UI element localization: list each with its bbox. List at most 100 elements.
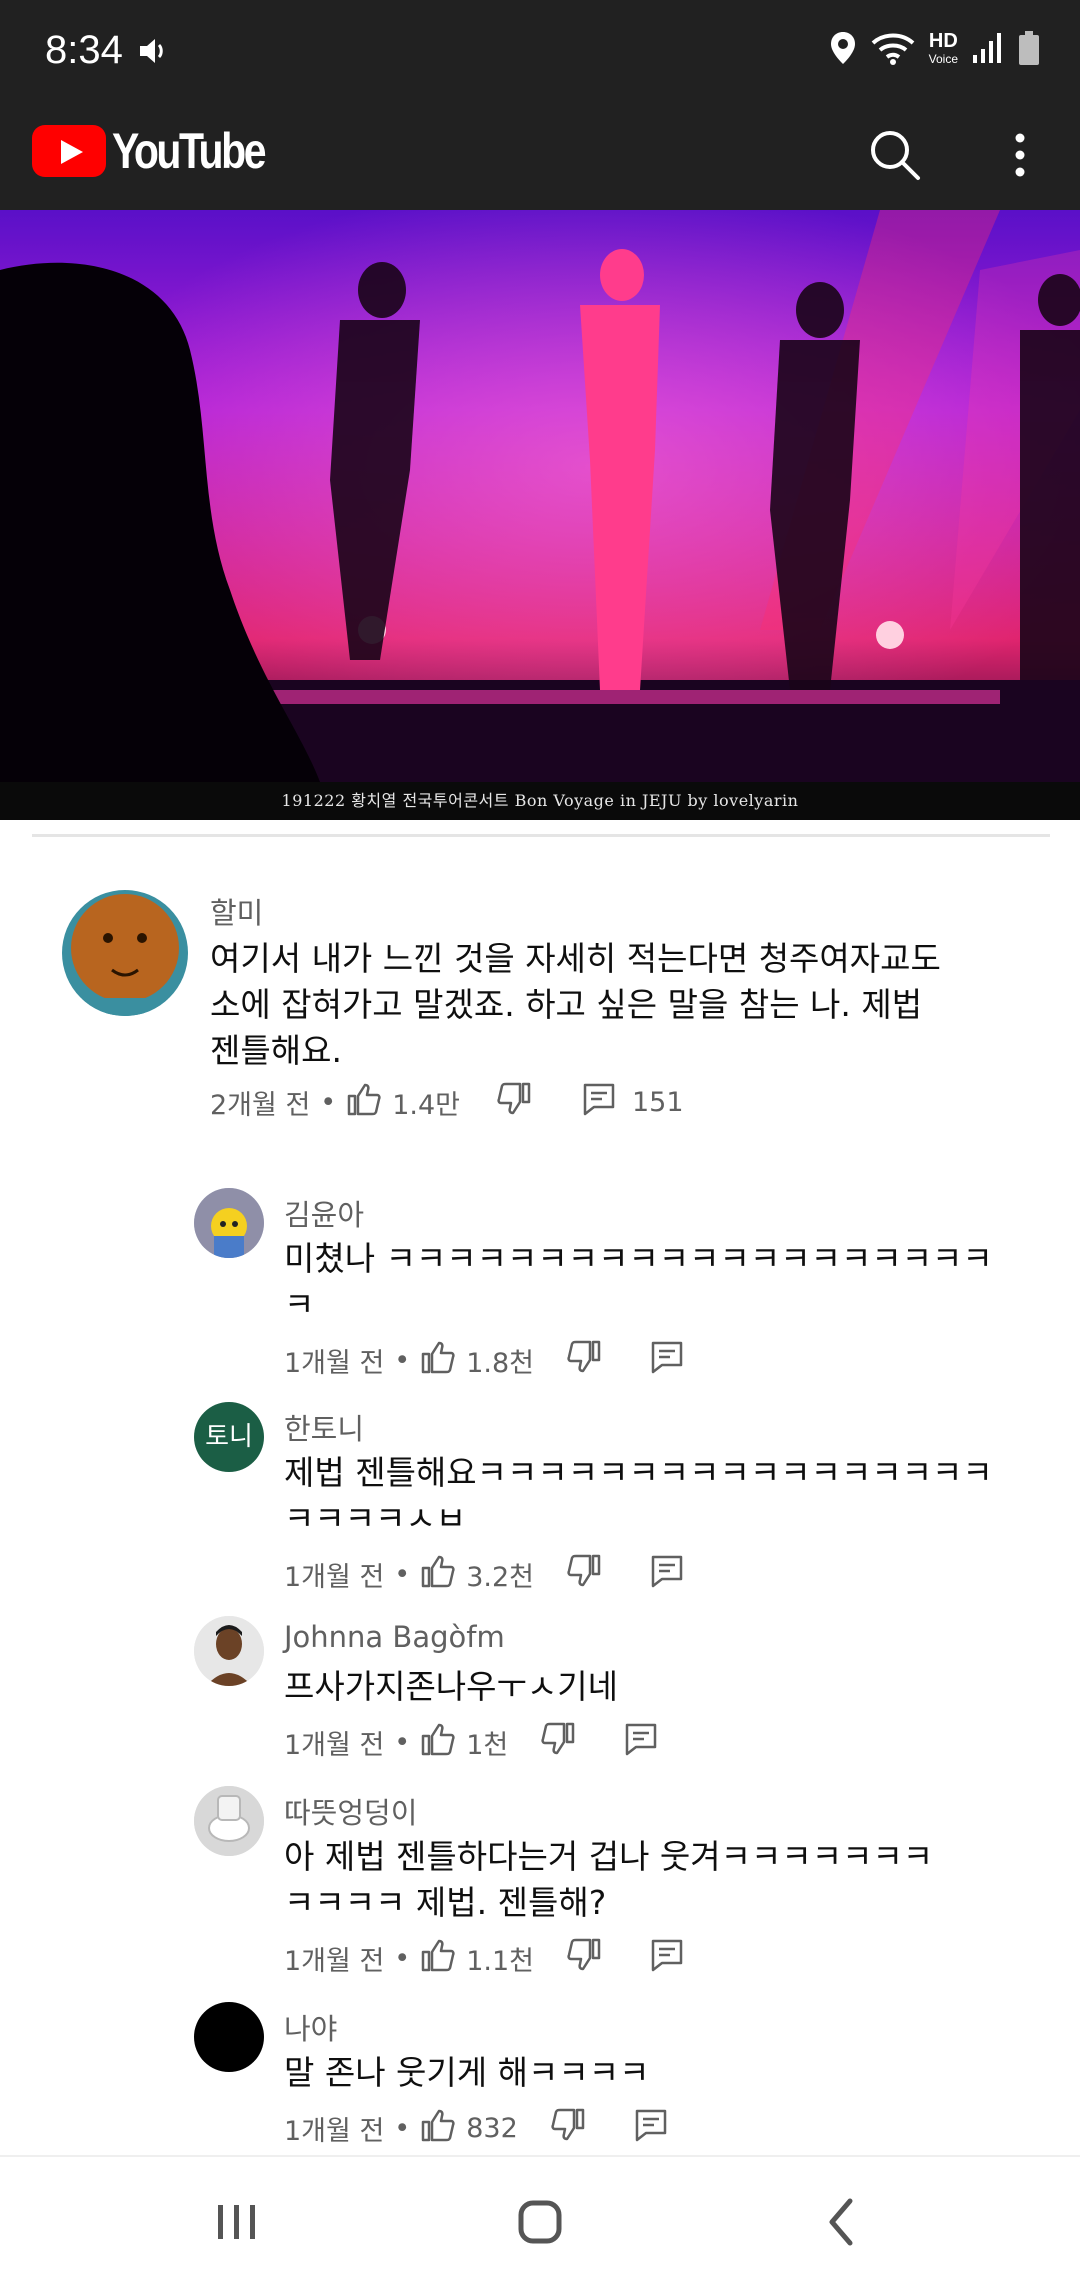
dislike-button[interactable] bbox=[496, 1082, 532, 1123]
divider bbox=[32, 834, 1050, 837]
avatar[interactable] bbox=[194, 1188, 264, 1258]
search-button[interactable] bbox=[862, 122, 928, 188]
thumbs-down-icon bbox=[567, 1554, 601, 1587]
reply-button[interactable] bbox=[650, 1554, 684, 1595]
video-frame bbox=[0, 210, 1080, 782]
reply-button[interactable] bbox=[650, 1938, 684, 1979]
comment-author[interactable]: 김윤아 bbox=[284, 1192, 364, 1234]
recent-apps-icon bbox=[218, 2205, 255, 2239]
back-button[interactable] bbox=[808, 2187, 878, 2257]
like-count: 1.1천 bbox=[466, 1946, 534, 1977]
recent-apps-button[interactable] bbox=[202, 2187, 272, 2257]
meta-dot: • bbox=[394, 1943, 411, 1974]
home-icon bbox=[518, 2200, 562, 2244]
wifi-icon bbox=[871, 31, 915, 69]
thumbs-up-icon bbox=[421, 2109, 455, 2142]
like-count: 3.2천 bbox=[466, 1562, 534, 1593]
reply-comment[interactable]: Johnna Bagòfm 프사가지존나우ㅜㅅ기네 1개월 전 • 1천 bbox=[0, 1616, 1080, 1776]
comment-author[interactable]: Johnna Bagòfm bbox=[284, 1620, 505, 1654]
reply-button[interactable] bbox=[624, 1722, 658, 1763]
youtube-logo[interactable]: YouTube bbox=[32, 122, 297, 180]
status-icons: HD Voice bbox=[829, 30, 1040, 70]
like-button[interactable] bbox=[346, 1082, 382, 1123]
comment-meta: 1개월 전 • 3.2천 bbox=[284, 1554, 684, 1595]
comment-time: 1개월 전 bbox=[284, 1562, 385, 1593]
thumbs-up-icon bbox=[421, 1341, 455, 1374]
reply-icon bbox=[583, 1083, 615, 1116]
sound-icon bbox=[136, 34, 170, 72]
dislike-button[interactable] bbox=[566, 1938, 602, 1979]
avatar[interactable] bbox=[194, 1786, 264, 1856]
comment-text: 제법 젠틀해요ㅋㅋㅋㅋㅋㅋㅋㅋㅋㅋㅋㅋㅋㅋㅋㅋㅋ ㅋㅋㅋㅋㅅㅂ bbox=[284, 1453, 993, 1538]
meta-dot: • bbox=[394, 1559, 411, 1590]
like-button[interactable] bbox=[420, 1722, 456, 1763]
thumbs-up-icon bbox=[347, 1083, 381, 1116]
comment-meta: 1개월 전 • 1.1천 bbox=[284, 1938, 684, 1979]
reply-icon bbox=[651, 1939, 683, 1972]
dislike-button[interactable] bbox=[566, 1340, 602, 1381]
status-bar: 8:34 HD Voice bbox=[0, 0, 1080, 100]
comment-meta: 1개월 전 • 1.8천 bbox=[284, 1340, 684, 1381]
reply-comment[interactable]: 나야 말 존나 웃기게 해ㅋㅋㅋㅋ 1개월 전 • 832 bbox=[0, 2002, 1080, 2152]
like-button[interactable] bbox=[420, 2108, 456, 2149]
comment-time: 1개월 전 bbox=[284, 1946, 385, 1977]
comment-author[interactable]: 따뜻엉덩이 bbox=[284, 1790, 417, 1832]
meta-dot: • bbox=[394, 1727, 411, 1758]
reply-icon bbox=[626, 1723, 657, 1756]
toilet-photo-icon bbox=[194, 1786, 264, 1856]
system-nav-bar bbox=[0, 2155, 1080, 2280]
status-time: 8:34 bbox=[45, 28, 123, 72]
cartoon-face-icon bbox=[71, 894, 179, 1016]
avatar-initials: 토니 bbox=[205, 1422, 253, 1452]
like-button[interactable] bbox=[420, 1554, 456, 1595]
thumbs-down-icon bbox=[497, 1082, 531, 1115]
meta-dot: • bbox=[320, 1087, 337, 1118]
dislike-button[interactable] bbox=[566, 1554, 602, 1595]
like-button[interactable] bbox=[420, 1938, 456, 1979]
thumbs-up-icon bbox=[421, 1939, 455, 1972]
avatar[interactable] bbox=[62, 890, 188, 1016]
thumbs-down-icon bbox=[541, 1722, 575, 1755]
like-count: 1.8천 bbox=[466, 1348, 534, 1379]
search-icon bbox=[871, 131, 920, 180]
reply-comment[interactable]: 토니 한토니 제법 젠틀해요ㅋㅋㅋㅋㅋㅋㅋㅋㅋㅋㅋㅋㅋㅋㅋㅋㅋ ㅋㅋㅋㅋㅅㅂ 1… bbox=[0, 1402, 1080, 1602]
video-caption: 191222 황치열 전국투어콘서트 Bon Voyage in JEJU by… bbox=[0, 782, 1080, 820]
reply-comment[interactable]: 따뜻엉덩이 아 제법 젠틀하다는거 겁나 웃겨ㅋㅋㅋㅋㅋㅋㅋ ㅋㅋㅋㅋ 제법. … bbox=[0, 1786, 1080, 1986]
video-player[interactable]: 191222 황치열 전국투어콘서트 Bon Voyage in JEJU by… bbox=[0, 210, 1080, 820]
dislike-button[interactable] bbox=[540, 1722, 576, 1763]
profile-photo-icon bbox=[194, 1616, 264, 1686]
reply-button[interactable] bbox=[582, 1082, 616, 1123]
comment-author[interactable]: 할미 bbox=[210, 890, 263, 932]
comment-author[interactable]: 한토니 bbox=[284, 1406, 364, 1448]
comment-text: 말 존나 웃기게 해ㅋㅋㅋㅋ bbox=[284, 2053, 650, 2092]
reply-button[interactable] bbox=[650, 1340, 684, 1381]
comment-author[interactable]: 나야 bbox=[284, 2006, 337, 2048]
back-icon bbox=[829, 2198, 853, 2246]
thumbs-up-icon bbox=[421, 1723, 455, 1756]
comment-text: 미쳤나 ㅋㅋㅋㅋㅋㅋㅋㅋㅋㅋㅋㅋㅋㅋㅋㅋㅋㅋㅋㅋ ㅋ bbox=[284, 1239, 993, 1324]
thumbs-down-icon bbox=[567, 1938, 601, 1971]
youtube-play-icon bbox=[32, 125, 106, 177]
reply-button[interactable] bbox=[634, 2108, 668, 2149]
dislike-button[interactable] bbox=[550, 2108, 586, 2149]
app-bar: YouTube bbox=[0, 100, 1080, 210]
home-button[interactable] bbox=[505, 2187, 575, 2257]
comment-meta: 1개월 전 • 1천 bbox=[284, 1722, 658, 1763]
comment-time: 2개월 전 bbox=[210, 1090, 311, 1121]
reply-count[interactable]: 151 bbox=[632, 1087, 684, 1118]
avatar[interactable] bbox=[194, 2002, 264, 2072]
more-options-button[interactable] bbox=[1000, 122, 1040, 188]
battery-icon bbox=[1018, 30, 1040, 70]
comment-thread[interactable]: 할미 여기서 내가 느낀 것을 자세히 적는다면 청주여자교도 소에 잡혀가고 … bbox=[0, 880, 1080, 1123]
comment-time: 1개월 전 bbox=[284, 1348, 385, 1379]
avatar[interactable] bbox=[194, 1616, 264, 1686]
avatar[interactable]: 토니 bbox=[194, 1402, 264, 1472]
comment-meta: 1개월 전 • 832 bbox=[284, 2108, 668, 2149]
like-button[interactable] bbox=[420, 1340, 456, 1381]
reply-icon bbox=[635, 2109, 667, 2142]
character-avatar-icon bbox=[194, 1188, 264, 1258]
comment-time: 1개월 전 bbox=[284, 2116, 385, 2147]
reply-comment[interactable]: 김윤아 미쳤나 ㅋㅋㅋㅋㅋㅋㅋㅋㅋㅋㅋㅋㅋㅋㅋㅋㅋㅋㅋㅋ ㅋ 1개월 전 • 1… bbox=[0, 1188, 1080, 1388]
thumbs-down-icon bbox=[551, 2108, 585, 2141]
signal-icon bbox=[972, 31, 1004, 69]
